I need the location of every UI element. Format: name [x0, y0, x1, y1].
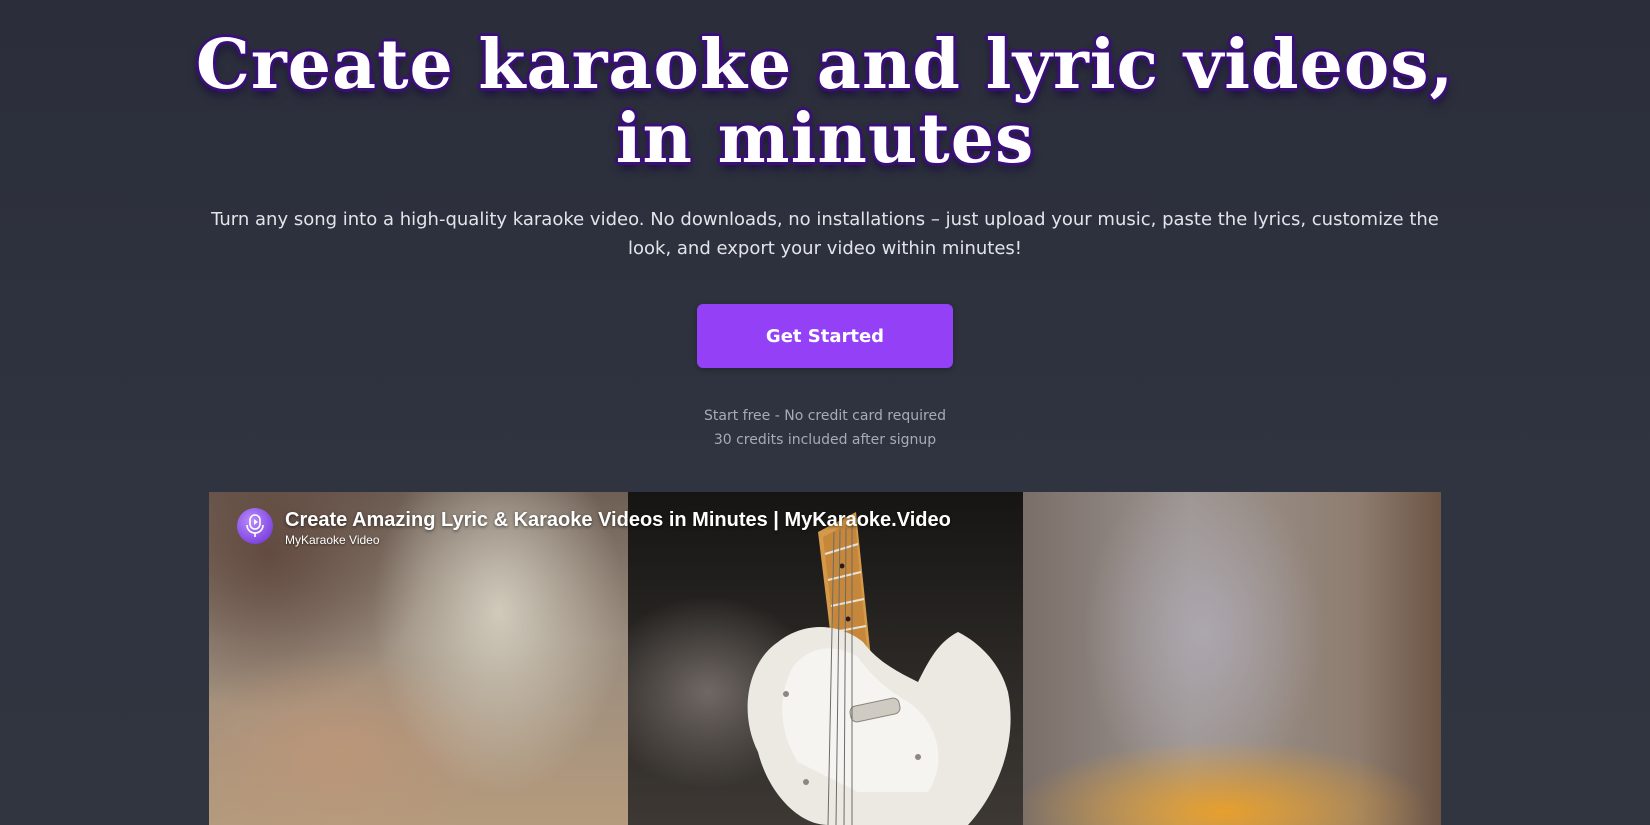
hero-subtitle: Turn any song into a high-quality karaok… — [211, 209, 1439, 259]
video-blur-left — [209, 492, 628, 825]
headline-line-1: Create karaoke and lyric videos, — [195, 25, 1455, 105]
youtube-video-embed[interactable]: Create Amazing Lyric & Karaoke Videos in… — [209, 492, 1441, 825]
channel-name-link[interactable]: MyKaraoke Video — [285, 533, 380, 547]
free-start-note: Start free - No credit card required — [704, 408, 946, 424]
channel-avatar[interactable] — [237, 508, 273, 544]
guitar-image — [747, 512, 1011, 825]
microphone-play-icon — [246, 514, 264, 537]
credits-note: 30 credits included after signup — [713, 432, 937, 448]
page-headline: Create karaoke and lyric videos, in minu… — [0, 28, 1650, 176]
video-title-link[interactable]: Create Amazing Lyric & Karaoke Videos in… — [285, 508, 951, 532]
video-blur-right — [1023, 492, 1441, 825]
get-started-button[interactable]: Get Started — [697, 304, 953, 368]
headline-line-2: in minutes — [615, 99, 1035, 179]
